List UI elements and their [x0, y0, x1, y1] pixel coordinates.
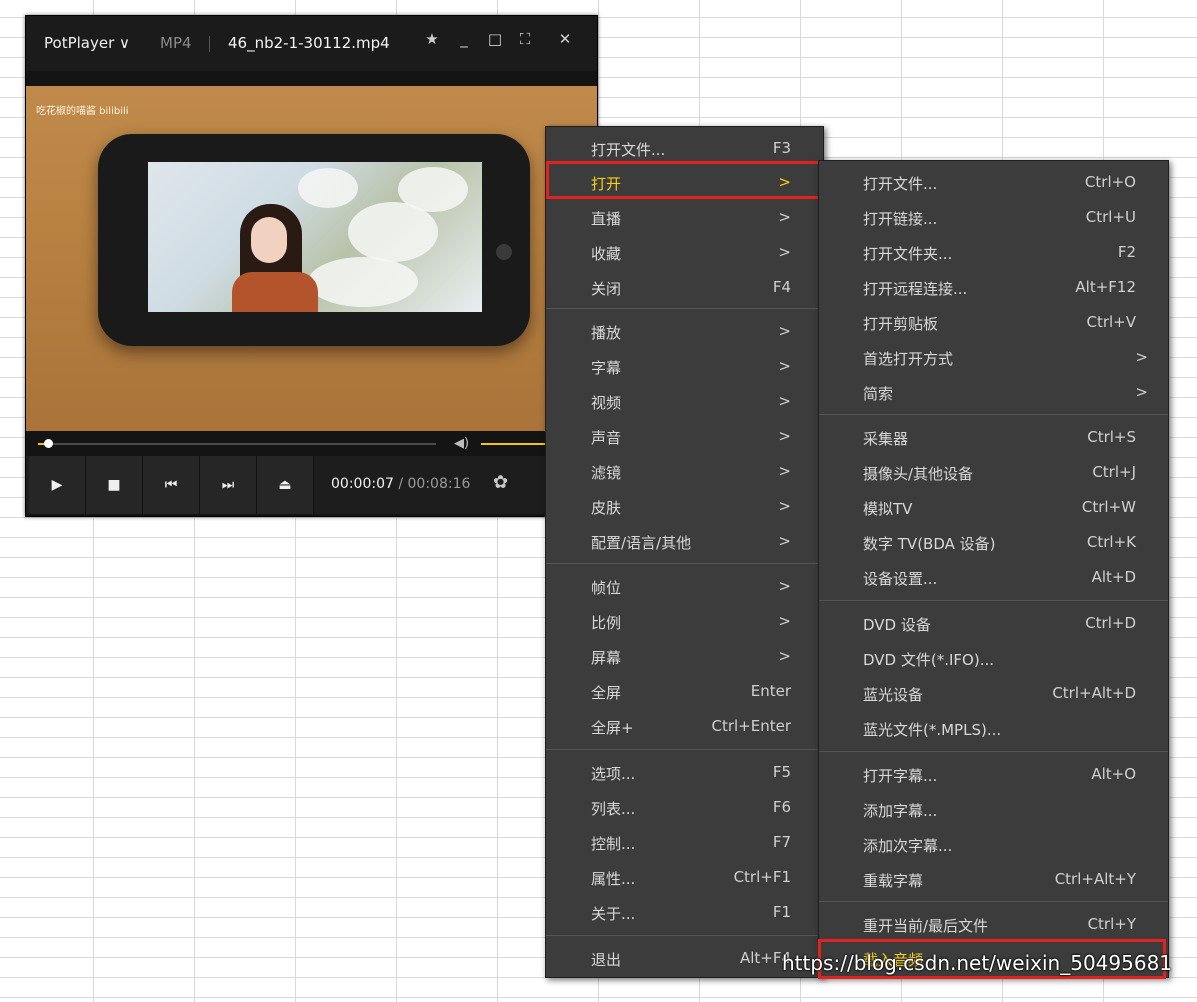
phone-in-video	[98, 134, 530, 346]
submenu-item-search[interactable]: 简索 >	[819, 377, 1168, 407]
menu-divider	[546, 563, 823, 564]
menu-divider	[546, 749, 823, 750]
menu-item-fullscreen-plus[interactable]: 全屏+ Ctrl+Enter	[546, 711, 823, 741]
menu-item-skins[interactable]: 皮肤 >	[546, 491, 823, 521]
submenu-item-bluray-file[interactable]: 蓝光文件(*.MPLS)...	[819, 713, 1168, 743]
fullscreen-icon[interactable]: ⛶	[514, 30, 536, 54]
minimize-icon[interactable]: _	[453, 30, 475, 54]
submenu-item-capture[interactable]: 采集器 Ctrl+S	[819, 422, 1168, 452]
next-icon[interactable]: ⏭	[200, 456, 257, 514]
menu-item-screen[interactable]: 屏幕 >	[546, 641, 823, 671]
pin-icon[interactable]: ★	[421, 30, 443, 54]
submenu-item-analog-tv[interactable]: 模拟TV Ctrl+W	[819, 492, 1168, 522]
submenu-item-camera[interactable]: 摄像头/其他设备 Ctrl+J	[819, 457, 1168, 487]
maximize-icon[interactable]: □	[484, 30, 506, 54]
menu-item-config[interactable]: 配置/语言/其他 >	[546, 526, 823, 556]
eject-icon[interactable]: ⏏	[257, 456, 314, 514]
submenu-item-open-remote[interactable]: 打开远程连接... Alt+F12	[819, 272, 1168, 302]
submenu-item-device-settings[interactable]: 设备设置... Alt+D	[819, 562, 1168, 592]
submenu-item-open-link[interactable]: 打开链接... Ctrl+U	[819, 202, 1168, 232]
seek-handle[interactable]	[44, 439, 53, 448]
menu-item-close[interactable]: 关闭 F4	[546, 272, 823, 302]
menu-item-audio[interactable]: 声音 >	[546, 421, 823, 451]
filename-label: 46_nb2-1-30112.mp4	[228, 34, 390, 52]
submenu-item-add-subtitle[interactable]: 添加字幕...	[819, 794, 1168, 824]
menu-item-frame[interactable]: 帧位 >	[546, 571, 823, 601]
gear-icon[interactable]: ✿	[493, 472, 508, 493]
submenu-item-reload-subtitle[interactable]: 重载字幕 Ctrl+Alt+Y	[819, 864, 1168, 894]
menu-item-fullscreen[interactable]: 全屏 Enter	[546, 676, 823, 706]
submenu-item-preferred-open[interactable]: 首选打开方式 >	[819, 342, 1168, 372]
seek-track[interactable]	[38, 443, 436, 445]
menu-divider	[819, 751, 1168, 752]
close-icon[interactable]: ✕	[554, 30, 576, 54]
play-icon[interactable]: ▶	[29, 456, 86, 514]
menu-item-control[interactable]: 控制... F7	[546, 827, 823, 857]
menu-divider	[819, 414, 1168, 415]
menu-item-playback[interactable]: 播放 >	[546, 316, 823, 346]
seek-bar[interactable]: ◀)	[26, 434, 597, 454]
submenu-item-open-file[interactable]: 打开文件... Ctrl+O	[819, 167, 1168, 197]
volume-icon[interactable]: ◀)	[454, 436, 469, 451]
menu-item-about[interactable]: 关于... F1	[546, 897, 823, 927]
menu-item-playlist[interactable]: 列表... F6	[546, 792, 823, 822]
previous-icon[interactable]: ⏮	[143, 456, 200, 514]
highlight-box-open	[546, 161, 822, 199]
time-display: 00:00:07 / 00:08:16	[331, 476, 470, 492]
submenu-item-bluray-device[interactable]: 蓝光设备 Ctrl+Alt+D	[819, 678, 1168, 708]
current-time: 00:00:07	[331, 476, 394, 492]
submenu-item-open-clipboard[interactable]: 打开剪贴板 Ctrl+V	[819, 307, 1168, 337]
title-bar: PotPlayer ∨ MP4 46_nb2-1-30112.mp4 ★ _ □…	[26, 16, 597, 71]
menu-item-options[interactable]: 选项... F5	[546, 757, 823, 787]
menu-divider	[819, 901, 1168, 902]
menu-divider	[546, 308, 823, 309]
menu-divider	[546, 935, 823, 936]
menu-item-subtitles[interactable]: 字幕 >	[546, 351, 823, 381]
menu-item-open-file[interactable]: 打开文件... F3	[546, 133, 823, 163]
control-bar: ▶ ■ ⏮ ⏭ ⏏ 00:00:07 / 00:08:16 ✿	[26, 456, 597, 514]
menu-item-live[interactable]: 直播 >	[546, 202, 823, 232]
app-menu-button[interactable]: PotPlayer ∨	[44, 34, 130, 52]
submenu-item-add-secondary-subtitle[interactable]: 添加次字幕...	[819, 829, 1168, 859]
menu-item-properties[interactable]: 属性... Ctrl+F1	[546, 862, 823, 892]
open-submenu: 打开文件... Ctrl+O 打开链接... Ctrl+U 打开文件夹... F2 打…	[818, 160, 1169, 978]
submenu-item-dvd-device[interactable]: DVD 设备 Ctrl+D	[819, 608, 1168, 638]
submenu-item-reopen-file[interactable]: 重开当前/最后文件 Ctrl+Y	[819, 909, 1168, 939]
total-time: 00:08:16	[407, 476, 471, 492]
menu-item-favorites[interactable]: 收藏 >	[546, 237, 823, 267]
menu-item-video[interactable]: 视频 >	[546, 386, 823, 416]
video-watermark: 吃花椒的喵酱 bilibili	[36, 106, 129, 117]
submenu-item-open-subtitle[interactable]: 打开字幕... Alt+O	[819, 759, 1168, 789]
context-menu: 打开文件... F3 打开 > 直播 > 收藏 > 关闭 F4 播放 > 字幕 > 视频 > 声…	[545, 126, 824, 978]
stop-icon[interactable]: ■	[86, 456, 143, 514]
potplayer-window: PotPlayer ∨ MP4 46_nb2-1-30112.mp4 ★ _ □…	[25, 15, 598, 517]
video-area[interactable]: 吃花椒的喵酱 bilibili	[26, 86, 597, 431]
time-separator: /	[393, 476, 408, 492]
menu-divider	[819, 600, 1168, 601]
submenu-item-open-folder[interactable]: 打开文件夹... F2	[819, 237, 1168, 267]
menu-item-ratio[interactable]: 比例 >	[546, 606, 823, 636]
url-watermark: https://blog.csdn.net/weixin_50495681	[782, 951, 1173, 975]
format-label: MP4	[160, 34, 192, 52]
title-divider	[209, 36, 210, 52]
phone-screen	[148, 162, 482, 312]
submenu-item-dvd-file[interactable]: DVD 文件(*.IFO)...	[819, 643, 1168, 673]
submenu-item-digital-tv[interactable]: 数字 TV(BDA 设备) Ctrl+K	[819, 527, 1168, 557]
menu-item-filters[interactable]: 滤镜 >	[546, 456, 823, 486]
